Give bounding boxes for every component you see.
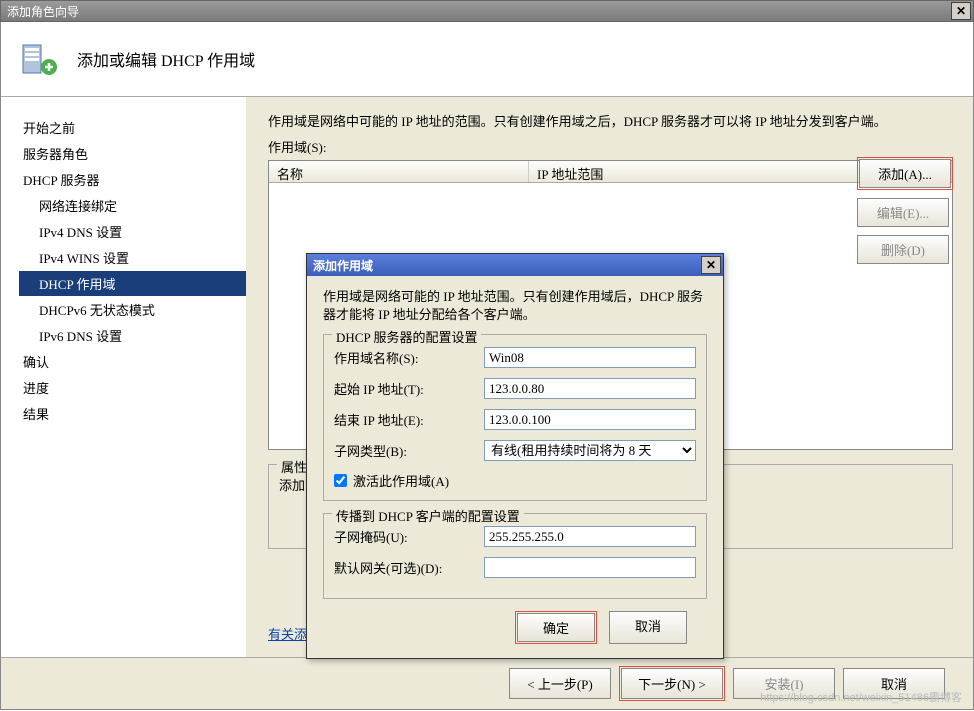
server-config-fieldset: DHCP 服务器的配置设置 作用域名称(S): 起始 IP 地址(T): 结束 … (323, 334, 707, 501)
sidebar-item-confirm[interactable]: 确认 (19, 349, 246, 374)
row-activate: 激活此作用域(A) (334, 471, 696, 490)
window-title: 添加角色向导 (7, 3, 79, 20)
client-config-legend: 传播到 DHCP 客户端的配置设置 (332, 506, 524, 525)
next-highlight: 下一步(N) > (619, 666, 725, 701)
sidebar-item-ipv4wins[interactable]: IPv4 WINS 设置 (19, 245, 246, 270)
sidebar-item-ipv4dns[interactable]: IPv4 DNS 设置 (19, 219, 246, 244)
side-buttons: 添加(A)... 编辑(E)... 删除(D) (857, 157, 953, 264)
add-highlight: 添加(A)... (857, 157, 953, 190)
close-icon[interactable]: ✕ (951, 2, 971, 20)
sidebar-item-ipv6dns[interactable]: IPv6 DNS 设置 (19, 323, 246, 348)
ok-highlight: 确定 (515, 611, 597, 644)
end-ip-input[interactable] (484, 409, 696, 430)
add-button[interactable]: 添加(A)... (859, 159, 951, 188)
gateway-input[interactable] (484, 557, 696, 578)
dialog-titlebar: 添加作用域 ✕ (307, 254, 723, 276)
description-text: 作用域是网络中可能的 IP 地址的范围。只有创建作用域之后，DHCP 服务器才可… (268, 113, 953, 131)
sidebar-item-dhcpv6[interactable]: DHCPv6 无状态模式 (19, 297, 246, 322)
row-end-ip: 结束 IP 地址(E): (334, 409, 696, 430)
activate-label: 激活此作用域(A) (353, 471, 449, 490)
sidebar-item-before[interactable]: 开始之前 (19, 115, 246, 140)
subnet-type-select[interactable]: 有线(租用持续时间将为 8 天 (484, 440, 696, 461)
subnet-type-label: 子网类型(B): (334, 441, 484, 460)
sidebar-item-progress[interactable]: 进度 (19, 375, 246, 400)
ok-button[interactable]: 确定 (517, 613, 595, 642)
next-button[interactable]: 下一步(N) > (621, 668, 723, 699)
sidebar-item-roles[interactable]: 服务器角色 (19, 141, 246, 166)
scope-label: 作用域(S): (268, 137, 953, 156)
sidebar-item-result[interactable]: 结果 (19, 401, 246, 426)
subnet-mask-label: 子网掩码(U): (334, 527, 484, 546)
help-link[interactable]: 有关添 (268, 624, 307, 643)
sidebar-item-scope[interactable]: DHCP 作用域 (19, 271, 246, 296)
start-ip-input[interactable] (484, 378, 696, 399)
dialog-description: 作用域是网络可能的 IP 地址范围。只有创建作用域后，DHCP 服务器才能将 I… (323, 288, 707, 324)
sidebar-item-binding[interactable]: 网络连接绑定 (19, 193, 246, 218)
titlebar: 添加角色向导 ✕ (0, 0, 974, 22)
dialog-cancel-button[interactable]: 取消 (609, 611, 687, 644)
activate-checkbox[interactable] (334, 474, 347, 487)
add-scope-dialog: 添加作用域 ✕ 作用域是网络可能的 IP 地址范围。只有创建作用域后，DHCP … (306, 253, 724, 659)
dialog-title-text: 添加作用域 (313, 257, 373, 274)
column-name[interactable]: 名称 (269, 161, 529, 182)
server-icon (19, 39, 59, 79)
scope-name-label: 作用域名称(S): (334, 348, 484, 367)
row-subnet-mask: 子网掩码(U): (334, 526, 696, 547)
sidebar: 开始之前 服务器角色 DHCP 服务器 网络连接绑定 IPv4 DNS 设置 I… (1, 97, 246, 657)
end-ip-label: 结束 IP 地址(E): (334, 410, 484, 429)
server-config-legend: DHCP 服务器的配置设置 (332, 327, 481, 346)
scope-name-input[interactable] (484, 347, 696, 368)
prev-button[interactable]: < 上一步(P) (509, 668, 611, 699)
gateway-label: 默认网关(可选)(D): (334, 558, 484, 577)
row-subnet-type: 子网类型(B): 有线(租用持续时间将为 8 天 (334, 440, 696, 461)
start-ip-label: 起始 IP 地址(T): (334, 379, 484, 398)
subnet-mask-input[interactable] (484, 526, 696, 547)
wizard-header: 添加或编辑 DHCP 作用域 (1, 22, 973, 97)
delete-button: 删除(D) (857, 235, 949, 264)
table-header: 名称 IP 地址范围 (269, 161, 952, 183)
row-gateway: 默认网关(可选)(D): (334, 557, 696, 578)
dialog-buttons: 确定 取消 (323, 611, 707, 644)
row-start-ip: 起始 IP 地址(T): (334, 378, 696, 399)
watermark: https://blog.csdn.net/weixin_51486霸博客 (760, 689, 962, 705)
page-title: 添加或编辑 DHCP 作用域 (77, 47, 255, 71)
row-scope-name: 作用域名称(S): (334, 347, 696, 368)
dialog-body: 作用域是网络可能的 IP 地址范围。只有创建作用域后，DHCP 服务器才能将 I… (307, 276, 723, 658)
dialog-close-icon[interactable]: ✕ (701, 256, 721, 274)
edit-button: 编辑(E)... (857, 198, 949, 227)
sidebar-item-dhcp[interactable]: DHCP 服务器 (19, 167, 246, 192)
client-config-fieldset: 传播到 DHCP 客户端的配置设置 子网掩码(U): 默认网关(可选)(D): (323, 513, 707, 599)
